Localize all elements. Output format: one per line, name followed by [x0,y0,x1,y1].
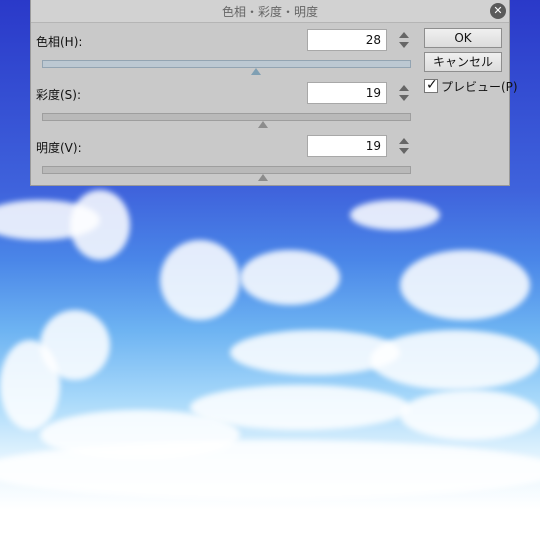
cancel-button[interactable]: キャンセル [424,52,502,72]
cloud [370,330,540,390]
close-icon[interactable]: ✕ [490,3,506,19]
hue-saturation-dialog: 色相・彩度・明度 ✕ 色相(H): 28 彩度(S): 19 明度(V): 19… [30,0,518,186]
spin-up-icon[interactable] [399,85,409,91]
value-label: 明度(V): [36,141,82,155]
ok-button[interactable]: OK [424,28,502,48]
saturation-input[interactable]: 19 [307,82,387,104]
saturation-spinner[interactable] [399,82,411,104]
hue-slider-thumb[interactable] [251,68,262,75]
spin-up-icon[interactable] [399,32,409,38]
saturation-label: 彩度(S): [36,88,82,102]
cloud [160,240,240,320]
spin-down-icon[interactable] [399,148,409,154]
cloud [400,250,530,320]
saturation-slider[interactable] [42,113,411,121]
value-slider-thumb[interactable] [258,174,269,181]
hue-slider[interactable] [42,60,411,68]
saturation-slider-thumb[interactable] [258,121,269,128]
spin-down-icon[interactable] [399,95,409,101]
preview-checkbox[interactable]: ✓ [424,77,438,93]
hue-input[interactable]: 28 [307,29,387,51]
dialog-titlebar[interactable]: 色相・彩度・明度 ✕ [31,0,509,23]
cloud [70,190,130,260]
spin-up-icon[interactable] [399,138,409,144]
value-spinner[interactable] [399,135,411,157]
checkmark-icon: ✓ [426,77,438,93]
value-slider[interactable] [42,166,411,174]
hue-spinner[interactable] [399,29,411,51]
cloud [0,440,540,500]
spin-down-icon[interactable] [399,42,409,48]
cloud [350,200,440,230]
value-input[interactable]: 19 [307,135,387,157]
cloud [240,250,340,305]
cloud [0,340,60,430]
dialog-title: 色相・彩度・明度 [221,5,318,19]
preview-label: プレビュー(P) [441,80,518,94]
cloud [400,390,540,440]
hue-label: 色相(H): [36,35,83,49]
